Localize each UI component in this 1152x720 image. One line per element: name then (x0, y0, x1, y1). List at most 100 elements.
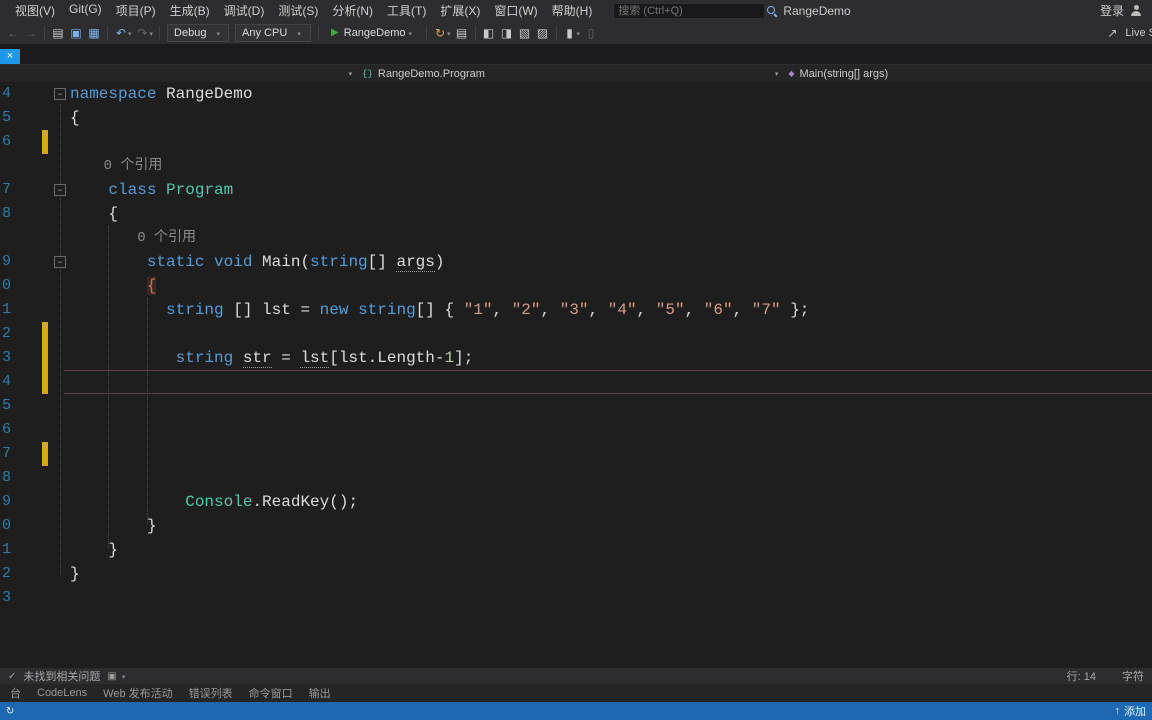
chevron-down-icon[interactable]: ▾ (122, 673, 126, 681)
change-tracking-bar (42, 130, 48, 154)
line-number: 4 (2, 85, 12, 102)
close-icon[interactable]: × (7, 50, 13, 62)
editor-rows: 4− namespace RangeDemo 5{6 0 个引用 7− class Pro… (0, 82, 1152, 610)
fold-collapse-button[interactable]: − (54, 184, 66, 196)
menu-item[interactable]: Git(G) (62, 2, 109, 19)
member-dropdown[interactable]: ◆ Main(string[] args) (783, 65, 1152, 82)
save-icon[interactable]: ▣ (67, 24, 85, 42)
code-cleanup-icon[interactable]: ▣ (107, 671, 116, 682)
code-row: 2 (0, 322, 1152, 346)
line-number: 6 (2, 133, 12, 150)
redo-dropdown-icon[interactable]: ▾ (150, 30, 154, 38)
code-row: 8{ (0, 202, 1152, 226)
menu-item[interactable]: 视图(V) (8, 2, 62, 19)
code-row: 3 (0, 586, 1152, 610)
chevron-down-icon: ▾ (774, 70, 779, 78)
panel-tab[interactable]: Web 发布活动 (95, 685, 180, 701)
menu-item[interactable]: 工具(T) (380, 2, 433, 19)
code-line: { (70, 109, 80, 127)
code-line: { (146, 277, 157, 295)
menu-item[interactable]: 调试(D) (217, 2, 272, 19)
start-debugging-button[interactable]: ▶ RangeDemo ▾ (323, 23, 422, 43)
run-target-label: RangeDemo (343, 26, 406, 39)
navigate-forward-icon[interactable]: → (22, 24, 40, 42)
menu-item[interactable]: 生成(B) (163, 2, 217, 19)
menu-items: 视图(V) Git(G) 项目(P) 生成(B) 调试(D) 测试(S) 分析(N) 工具(T… (8, 2, 599, 19)
change-tracking-bar (42, 370, 48, 394)
fold-collapse-button[interactable]: − (54, 256, 66, 268)
intellisense-icon[interactable]: ▤ (453, 24, 471, 42)
search-box[interactable] (613, 2, 776, 19)
search-icon[interactable] (764, 3, 780, 19)
line-number: 1 (2, 301, 12, 318)
code-row: 5{ (0, 106, 1152, 130)
search-input[interactable] (614, 4, 765, 17)
platform-select[interactable]: Any CPU ▾ (235, 23, 312, 42)
panel-tab[interactable]: 台 (2, 685, 29, 701)
document-health-bar: ✓ 未找到相关问题 ▣ ▾ 行: 14 字符 (0, 668, 1152, 684)
comment-icon[interactable]: ▧ (516, 24, 534, 42)
bookmark-dropdown-icon[interactable]: ▾ (577, 30, 581, 38)
bottom-panel-tabs: 台 CodeLens Web 发布活动 错误列表 命令窗口 输出 (0, 684, 1152, 702)
line-number: 5 (2, 109, 12, 126)
toolbar-separator (44, 25, 45, 40)
configuration-select[interactable]: Debug ▾ (167, 23, 230, 42)
background-task-icon[interactable]: ↻ (6, 706, 14, 717)
project-dropdown[interactable]: ▾ (0, 65, 357, 82)
toolbar-separator (474, 25, 476, 40)
codelens-references[interactable]: 0 个引用 (70, 154, 1152, 178)
menu-item[interactable]: 扩展(X) (433, 2, 487, 19)
indent-increase-icon[interactable]: ◨ (498, 24, 516, 42)
menu-item[interactable]: 帮助(H) (545, 2, 600, 19)
share-icon: ↗ (1107, 25, 1118, 40)
line-number: 7 (2, 181, 12, 198)
code-line: string str = lst[lst.Length-1]; (175, 349, 474, 368)
uncomment-icon[interactable]: ▨ (534, 24, 552, 42)
code-row: 4 (0, 370, 1152, 394)
code-editor[interactable]: 4− namespace RangeDemo 5{6 0 个引用 7− class Pro… (0, 82, 1152, 668)
sign-in-button[interactable]: 登录 (1100, 2, 1152, 19)
codelens-references[interactable]: 0 个引用 (70, 226, 1152, 250)
chevron-down-icon[interactable]: ▾ (409, 30, 413, 38)
bookmark-list-icon[interactable]: ▯ (582, 24, 600, 42)
live-share-button[interactable]: ↗ Live Share (1103, 24, 1152, 42)
line-number: 0 (2, 517, 12, 534)
new-file-icon[interactable]: ▤ (49, 24, 67, 42)
add-to-source-control-button[interactable]: ↑ 添加 (1115, 703, 1147, 719)
document-health-icon[interactable]: ✓ (8, 671, 16, 682)
type-dropdown[interactable]: {} RangeDemo.Program ▾ (357, 65, 783, 82)
code-row: 6 (0, 130, 1152, 154)
active-document-tab[interactable]: × (0, 49, 20, 64)
line-number: 5 (2, 397, 12, 414)
user-avatar-icon[interactable] (1130, 4, 1142, 17)
menu-item[interactable]: 项目(P) (109, 2, 163, 19)
panel-tab[interactable]: 输出 (301, 685, 339, 701)
panel-tab[interactable]: CodeLens (29, 687, 95, 699)
indent-decrease-icon[interactable]: ◧ (480, 24, 498, 42)
save-all-icon[interactable]: ▦ (85, 24, 103, 42)
menu-item[interactable]: 测试(S) (271, 2, 325, 19)
status-bar: ↻ ↑ 添加 (0, 702, 1152, 720)
undo-dropdown-icon[interactable]: ▾ (128, 30, 132, 38)
panel-tab[interactable]: 错误列表 (181, 685, 241, 701)
member-label: Main(string[] args) (799, 67, 889, 80)
toolbar-separator (426, 25, 428, 40)
change-tracking-bar (42, 322, 48, 346)
code-line: { (108, 205, 119, 223)
change-tracking-bar (42, 346, 48, 370)
line-number: 7 (2, 445, 12, 462)
fold-collapse-button[interactable]: − (54, 88, 66, 100)
menu-item[interactable]: 窗口(W) (487, 2, 544, 19)
hot-reload-dropdown-icon[interactable]: ▾ (447, 30, 451, 38)
navigate-backward-icon[interactable]: ← (4, 24, 22, 42)
code-line: Console.ReadKey(); (185, 493, 359, 511)
menu-item[interactable]: 分析(N) (325, 2, 380, 19)
line-number: 8 (2, 205, 12, 222)
panel-tab[interactable]: 命令窗口 (241, 685, 301, 701)
